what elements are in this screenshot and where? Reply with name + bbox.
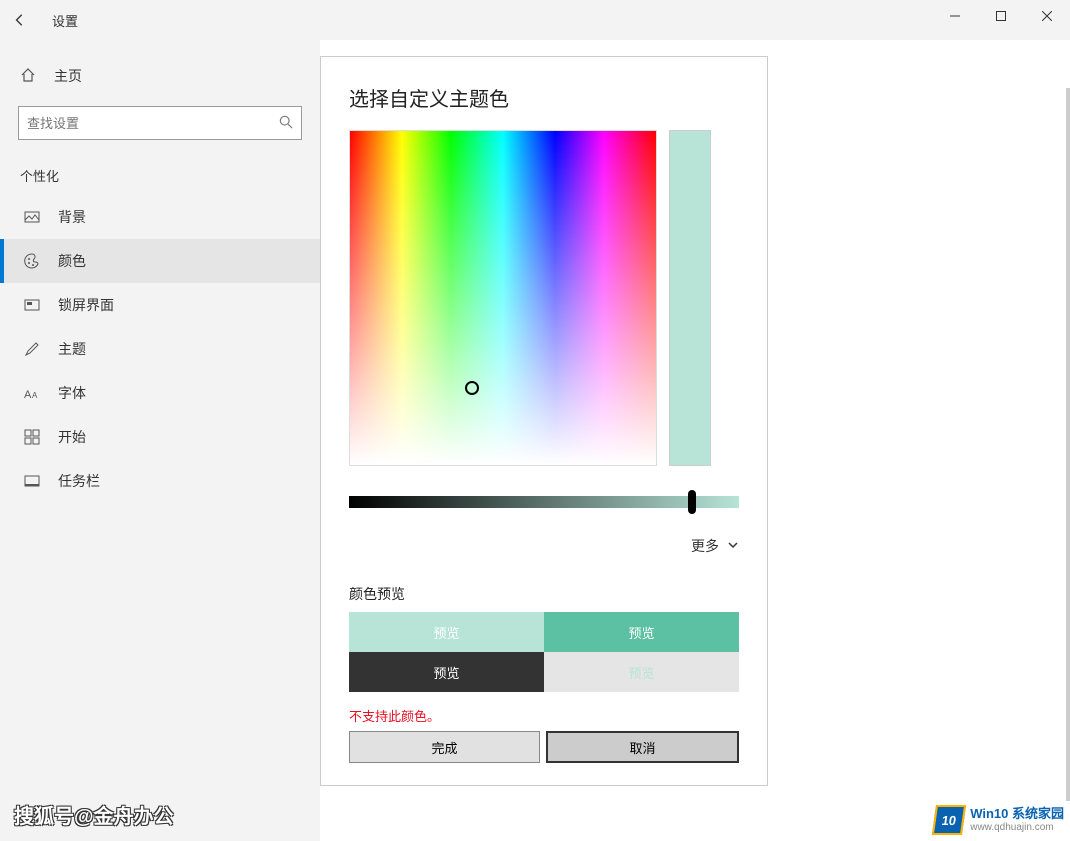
nav-taskbar[interactable]: 任务栏 — [0, 459, 320, 503]
preview-cell-light-bg: 预览 — [544, 652, 739, 692]
palette-icon — [24, 253, 42, 269]
nav-label: 主题 — [58, 339, 86, 359]
watermark-left: 搜狐号@金舟办公 — [14, 800, 174, 829]
sidebar: 主页 个性化 背景 颜色 锁屏界面 主题 AA 字体 开始 任务栏 — [0, 40, 320, 841]
image-icon — [24, 209, 42, 225]
content-area: 选择自定义主题色 更多 颜色预览 预览 预览 预览 预览 不支持此颜色。 完成 … — [320, 40, 1070, 841]
search-input[interactable] — [27, 116, 279, 131]
minimize-button[interactable] — [932, 0, 978, 32]
nav-label: 锁屏界面 — [58, 295, 114, 315]
slider-thumb[interactable] — [688, 490, 696, 514]
cancel-button[interactable]: 取消 — [546, 731, 739, 763]
watermark-right: 10 Win10 系统家园 www.qdhuajin.com — [934, 805, 1064, 835]
nav-label: 背景 — [58, 207, 86, 227]
chevron-down-icon — [727, 538, 739, 554]
start-icon — [24, 429, 42, 445]
preview-cell-light-accent: 预览 — [349, 612, 544, 652]
nav-label: 颜色 — [58, 251, 86, 271]
watermark-line2: www.qdhuajin.com — [970, 822, 1064, 833]
value-slider[interactable] — [349, 496, 739, 508]
window-controls — [932, 0, 1070, 32]
maximize-button[interactable] — [978, 0, 1024, 32]
watermark-badge: 10 — [932, 805, 966, 835]
nav-fonts[interactable]: AA 字体 — [0, 371, 320, 415]
titlebar: 设置 — [0, 0, 1070, 40]
brush-icon — [24, 341, 42, 357]
search-icon — [279, 115, 293, 132]
nav-start[interactable]: 开始 — [0, 415, 320, 459]
color-preview-swatch — [669, 130, 711, 466]
font-icon: AA — [24, 385, 42, 401]
search-box[interactable] — [18, 106, 302, 140]
nav-themes[interactable]: 主题 — [0, 327, 320, 371]
nav-colors[interactable]: 颜色 — [0, 239, 320, 283]
section-label: 个性化 — [0, 158, 320, 195]
nav-label: 任务栏 — [58, 471, 100, 491]
close-button[interactable] — [1024, 0, 1070, 32]
color-field[interactable] — [349, 130, 657, 466]
color-cursor[interactable] — [465, 381, 479, 395]
lockscreen-icon — [24, 297, 42, 313]
home-link[interactable]: 主页 — [0, 56, 320, 96]
preview-cell-dark-bg: 预览 — [349, 652, 544, 692]
home-label: 主页 — [54, 66, 82, 86]
more-toggle[interactable]: 更多 — [349, 536, 739, 556]
nav-lockscreen[interactable]: 锁屏界面 — [0, 283, 320, 327]
svg-text:A: A — [24, 389, 32, 401]
done-button[interactable]: 完成 — [349, 731, 540, 763]
preview-section-label: 颜色预览 — [349, 584, 739, 604]
more-label: 更多 — [691, 536, 719, 556]
back-button[interactable] — [0, 0, 40, 40]
nav-background[interactable]: 背景 — [0, 195, 320, 239]
window-title: 设置 — [52, 11, 78, 30]
dialog-title: 选择自定义主题色 — [349, 83, 739, 112]
nav-label: 字体 — [58, 383, 86, 403]
taskbar-icon — [24, 473, 42, 489]
preview-cell-dark-accent: 预览 — [544, 612, 739, 652]
color-picker-dialog: 选择自定义主题色 更多 颜色预览 预览 预览 预览 预览 不支持此颜色。 完成 … — [320, 56, 768, 786]
preview-grid: 预览 预览 预览 预览 — [349, 612, 739, 692]
home-icon — [20, 67, 38, 86]
error-message: 不支持此颜色。 — [349, 706, 739, 725]
nav-label: 开始 — [58, 427, 86, 447]
scrollbar[interactable] — [1066, 88, 1070, 801]
svg-text:A: A — [32, 391, 38, 400]
watermark-line1: Win10 系统家园 — [970, 807, 1064, 821]
